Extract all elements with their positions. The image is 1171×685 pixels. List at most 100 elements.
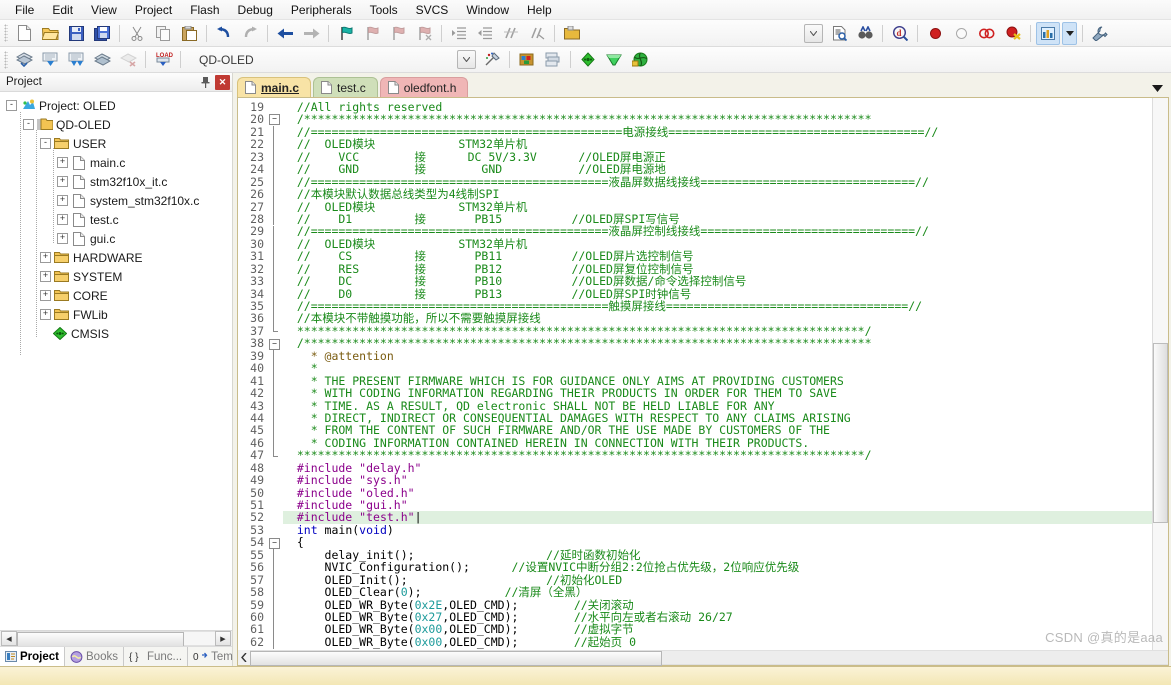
indent-left-icon[interactable] [473,22,497,45]
fold-collapse-icon[interactable]: − [269,338,280,350]
fold-collapse-icon[interactable]: − [269,114,280,126]
tree-item-system-stm32f10x-c[interactable]: + system_stm32f10x.c [0,191,232,210]
find-in-files-icon[interactable] [827,22,851,45]
debug-window-icon[interactable] [1036,21,1060,45]
code-line[interactable]: /***************************************… [283,337,1152,349]
pane-tab-books[interactable]: Books [65,647,124,666]
tree-item-qd-oled[interactable]: - QD-OLED [0,115,232,134]
breakpoint-icon[interactable] [923,22,947,45]
menu-item-debug[interactable]: Debug [229,1,282,19]
code-line[interactable]: OLED_WR_Byte(0x00,OLED_CMD); //起始页 0 [283,636,1152,648]
toolbar-grip[interactable] [4,50,8,69]
scroll-left-arrow[interactable] [238,651,250,664]
scroll-track[interactable] [1153,98,1168,650]
manage-rte-icon[interactable] [628,48,652,71]
pane-tab-project[interactable]: Project [0,647,65,666]
menu-item-view[interactable]: View [82,1,126,19]
collapse-toggle-icon[interactable]: - [6,100,17,111]
navigate-forward-icon[interactable] [299,22,323,45]
target-options-icon[interactable] [480,48,504,71]
editor-tab-test-c[interactable]: test.c [313,77,378,97]
code-line[interactable]: #include "test.h"| [283,511,1152,524]
binoculars-icon[interactable] [853,22,877,45]
open-file-icon[interactable] [38,22,62,45]
editor-vscrollbar[interactable] [1152,98,1168,650]
expand-toggle-icon[interactable]: + [40,309,51,320]
tree-item-stm32f10x-it-c[interactable]: + stm32f10x_it.c [0,172,232,191]
fold-collapse-icon[interactable]: − [269,537,280,549]
expand-toggle-icon[interactable]: + [40,290,51,301]
editor-tab-main-c[interactable]: main.c [237,77,312,97]
scroll-track[interactable] [17,631,215,647]
rebuild-icon[interactable] [64,48,88,71]
bookmark-clear-icon[interactable] [412,22,436,45]
configure-icon[interactable] [1088,22,1112,45]
tree-item-project-oled[interactable]: - Project: OLED [0,96,232,115]
expand-toggle-icon[interactable]: + [57,214,68,225]
expand-toggle-icon[interactable]: + [57,176,68,187]
indent-right-icon[interactable] [447,22,471,45]
tree-item-fwlib[interactable]: + FWLib [0,305,232,324]
tree-item-cmsis[interactable]: CMSIS [0,324,232,343]
tree-item-gui-c[interactable]: + gui.c [0,229,232,248]
target-dropdown-icon[interactable] [454,48,478,71]
navigate-back-icon[interactable] [273,22,297,45]
chevron-down-icon[interactable] [1062,21,1077,45]
uncomment-icon[interactable] [525,22,549,45]
tree-item-main-c[interactable]: + main.c [0,153,232,172]
collapse-toggle-icon[interactable]: - [40,138,51,149]
tree-item-test-c[interactable]: + test.c [0,210,232,229]
redo-icon[interactable] [238,22,262,45]
code-line[interactable]: int main(void) [283,524,1152,536]
breakpoint-disable-all-icon[interactable] [975,22,999,45]
code-text[interactable]: //All rights reserved /*****************… [281,98,1152,650]
stop-build-icon[interactable] [116,48,140,71]
menu-item-file[interactable]: File [6,1,43,19]
editor-hscrollbar[interactable] [237,650,1169,666]
tree-item-core[interactable]: + CORE [0,286,232,305]
menu-item-flash[interactable]: Flash [181,1,228,19]
scroll-track[interactable] [250,650,1168,666]
expand-toggle-icon[interactable]: + [57,195,68,206]
code-line[interactable]: * @attention [283,350,1152,362]
menu-item-peripherals[interactable]: Peripherals [282,1,361,19]
scroll-right-arrow[interactable]: ▶ [215,631,231,646]
expand-toggle-icon[interactable]: + [40,252,51,263]
breakpoint-kill-all-icon[interactable] [1001,22,1025,45]
chevron-down-icon[interactable] [1152,81,1163,95]
combo-dropdown-icon[interactable] [801,22,825,45]
menu-item-project[interactable]: Project [126,1,181,19]
new-file-icon[interactable] [12,22,36,45]
save-icon[interactable] [64,22,88,45]
expand-toggle-icon[interactable]: + [57,157,68,168]
scroll-left-arrow[interactable]: ◀ [1,631,17,646]
save-all-icon[interactable] [90,22,114,45]
project-tree[interactable]: - Project: OLED - QD-OLED - USER + main.c + stm32… [0,92,232,630]
build-icon[interactable] [38,48,62,71]
menu-item-svcs[interactable]: SVCS [407,1,458,19]
breakpoint-disable-icon[interactable] [949,22,973,45]
expand-toggle-icon[interactable]: + [40,271,51,282]
undo-icon[interactable] [212,22,236,45]
open-folder-icon[interactable] [560,22,584,45]
batch-build-icon[interactable] [90,48,114,71]
close-icon[interactable]: ✕ [215,74,230,90]
tree-item-hardware[interactable]: + HARDWARE [0,248,232,267]
expand-toggle-icon[interactable]: + [57,233,68,244]
manage-project-icon[interactable] [515,48,539,71]
copy-icon[interactable] [151,22,175,45]
pin-icon[interactable] [198,75,213,90]
code-line[interactable]: #include "delay.h" [283,461,1152,474]
menu-item-window[interactable]: Window [457,1,518,19]
menu-item-edit[interactable]: Edit [43,1,82,19]
comment-icon[interactable] [499,22,523,45]
translate-icon[interactable] [12,48,36,71]
toolbar-grip[interactable] [4,24,8,42]
project-pane-hscrollbar[interactable]: ◀ ▶ [0,630,232,647]
code-folding-column[interactable]: − − − [267,98,281,650]
menu-item-tools[interactable]: Tools [361,1,407,19]
tree-item-user[interactable]: - USER [0,134,232,153]
bookmark-next-icon[interactable] [386,22,410,45]
quick-find-icon[interactable]: d [888,22,912,45]
cut-icon[interactable] [125,22,149,45]
